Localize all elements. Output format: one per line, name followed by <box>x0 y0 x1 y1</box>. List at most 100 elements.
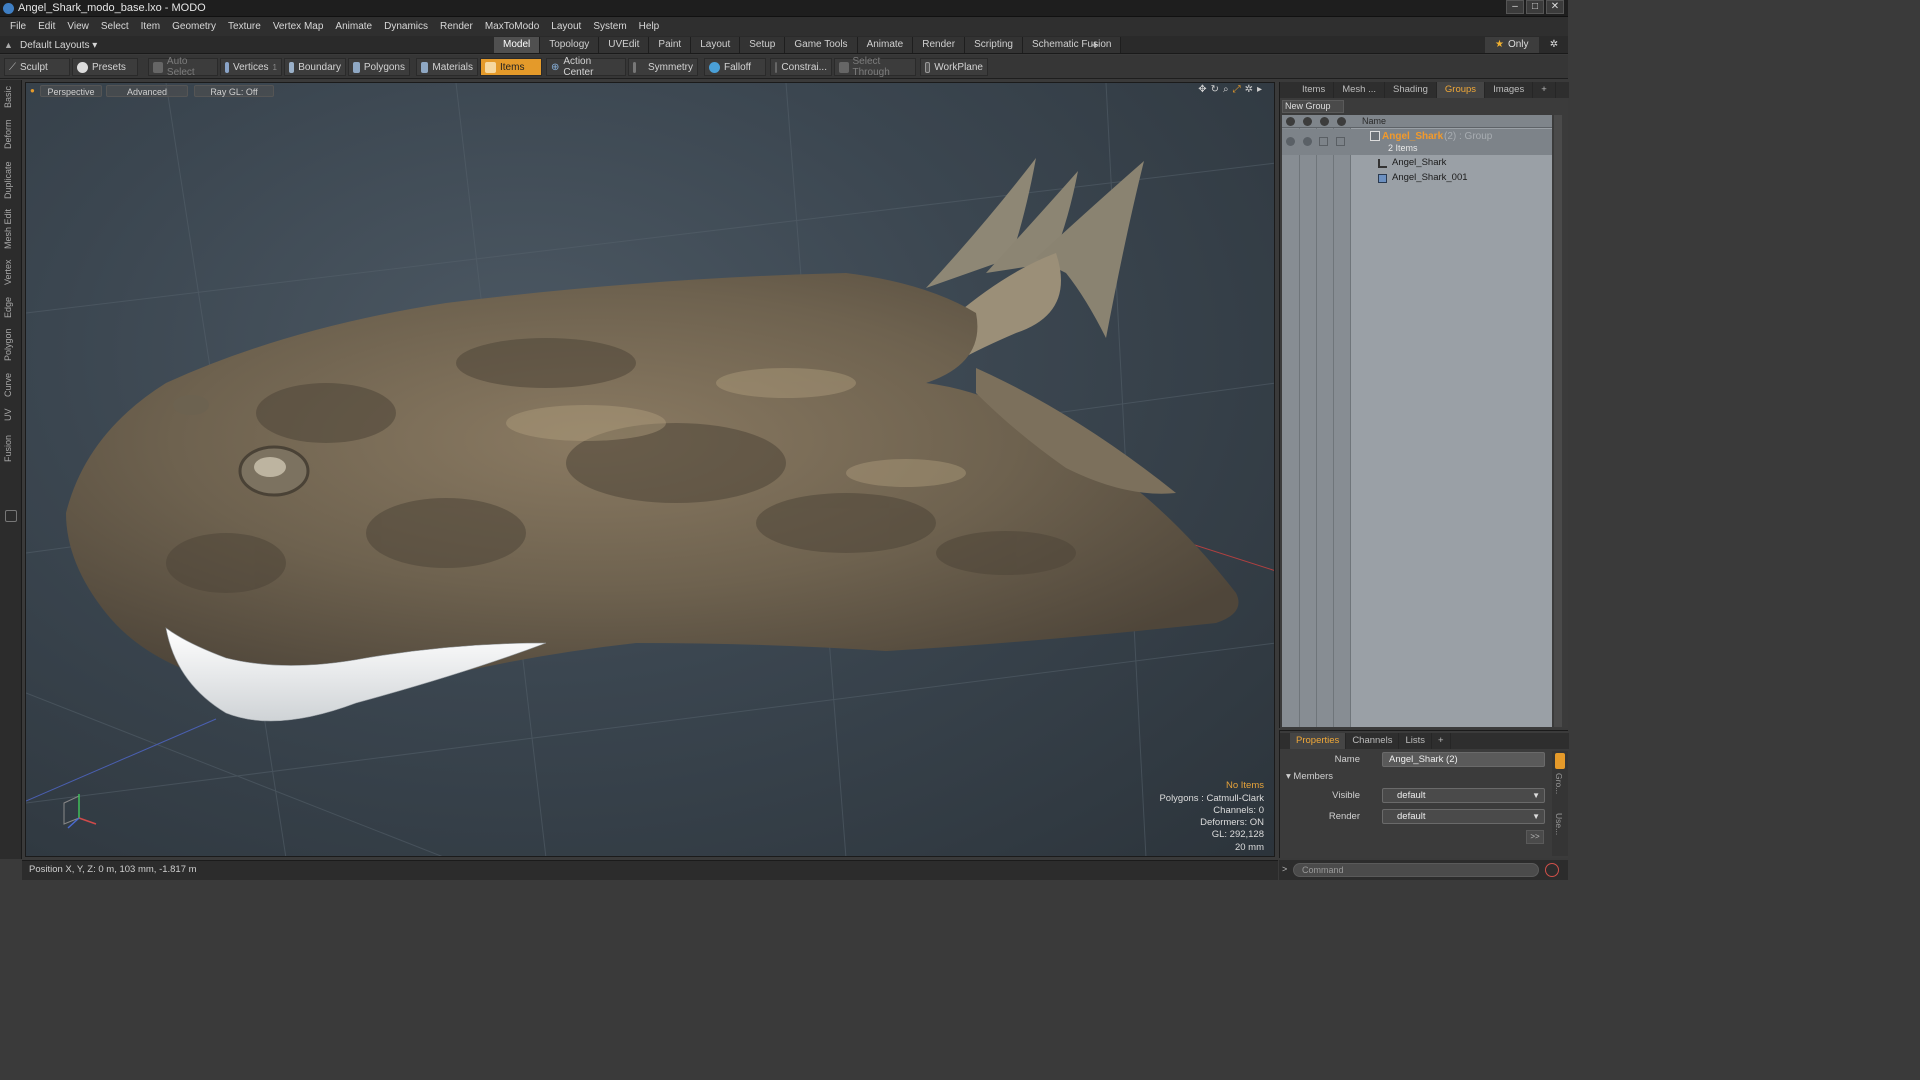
menu-item[interactable]: Item <box>135 21 166 32</box>
add-layout-tab-button[interactable]: + <box>1089 37 1101 53</box>
expand-arrow-icon[interactable]: ▸ <box>1257 84 1262 95</box>
tab-layout[interactable]: Layout <box>691 37 741 53</box>
left-tab-polygon[interactable]: Polygon <box>3 326 17 364</box>
left-tab-curve[interactable]: Curve <box>3 370 17 400</box>
tab-schematic-fusion[interactable]: Schematic Fusion <box>1022 37 1122 53</box>
expand-properties-button[interactable]: >> <box>1526 830 1544 844</box>
tab-lists[interactable]: Lists <box>1399 733 1432 749</box>
tab-setup[interactable]: Setup <box>740 37 786 53</box>
menu-geometry[interactable]: Geometry <box>166 21 222 32</box>
command-execute-icon[interactable] <box>1545 863 1559 877</box>
select-header-icon[interactable] <box>1337 117 1346 126</box>
visibility-header-icon[interactable] <box>1286 117 1295 126</box>
tab-animate[interactable]: Animate <box>857 37 914 53</box>
sculpt-button[interactable]: ⟋ Sculpt <box>4 58 70 76</box>
menu-vertex-map[interactable]: Vertex Map <box>267 21 330 32</box>
side-tab-user[interactable]: Use... <box>1554 813 1564 835</box>
tab-scripting[interactable]: Scripting <box>965 37 1023 53</box>
menu-animate[interactable]: Animate <box>329 21 378 32</box>
side-tab-groups[interactable]: Gro... <box>1554 773 1564 794</box>
gear-icon[interactable]: ✲ <box>1547 37 1561 53</box>
left-tab-duplicate[interactable]: Duplicate <box>3 158 17 202</box>
group-render-icon[interactable] <box>1303 137 1312 146</box>
render-select[interactable]: default ▼ <box>1382 809 1545 824</box>
action-center-button[interactable]: ⊕ Action Center <box>546 56 626 78</box>
visible-select[interactable]: default ▼ <box>1382 788 1545 803</box>
symmetry-button[interactable]: Symmetry <box>628 58 698 76</box>
render-header-icon[interactable] <box>1303 117 1312 126</box>
properties-options-button[interactable] <box>1555 753 1565 769</box>
tab-render[interactable]: Render <box>913 37 966 53</box>
pan-icon[interactable]: ✥ <box>1198 84 1206 95</box>
tab-channels[interactable]: Channels <box>1346 733 1400 749</box>
rotate-icon[interactable]: ↻ <box>1211 84 1219 95</box>
menu-select[interactable]: Select <box>95 21 135 32</box>
layout-dropdown[interactable]: ▲ Default Layouts ▾ <box>4 37 97 53</box>
menu-help[interactable]: Help <box>633 21 666 32</box>
boundary-mode-button[interactable]: Boundary <box>284 58 346 76</box>
presets-button[interactable]: Presets <box>72 58 138 76</box>
group-member-row[interactable]: Angel_Shark_001 <box>1350 171 1552 185</box>
3d-viewport[interactable]: ● Perspective Advanced Ray GL: Off ✥ ↻ ⌕… <box>25 82 1275 857</box>
tab-topology[interactable]: Topology <box>540 37 600 53</box>
fit-icon[interactable]: ⤢ <box>1233 84 1241 95</box>
menu-dynamics[interactable]: Dynamics <box>378 21 434 32</box>
group-lock-checkbox[interactable] <box>1319 137 1328 146</box>
auto-select-button[interactable]: Auto Select <box>148 56 218 78</box>
tab-items[interactable]: Items <box>1294 82 1335 98</box>
menu-view[interactable]: View <box>61 21 95 32</box>
menu-texture[interactable]: Texture <box>222 21 267 32</box>
left-tab-deform[interactable]: Deform <box>3 116 17 152</box>
tab-model[interactable]: Model <box>494 37 541 53</box>
tab-shading[interactable]: Shading <box>1385 82 1437 98</box>
left-tab-fusion[interactable]: Fusion <box>3 430 17 466</box>
tab-properties[interactable]: Properties <box>1290 733 1347 749</box>
menu-maxtomodo[interactable]: MaxToModo <box>479 21 545 32</box>
group-row[interactable]: Angel_Shark (2) : Group 2 Items <box>1282 129 1552 155</box>
members-section-header[interactable]: ▾ Members <box>1286 771 1333 782</box>
viewport-settings-icon[interactable]: ✲ <box>1245 84 1253 95</box>
minimize-button[interactable]: – <box>1506 0 1524 14</box>
add-panel-tab-button[interactable]: + <box>1533 82 1556 98</box>
command-history-icon[interactable]: > <box>1282 864 1287 874</box>
left-tab-mesh-edit[interactable]: Mesh Edit <box>3 208 17 250</box>
materials-mode-button[interactable]: Materials <box>416 58 478 76</box>
menu-system[interactable]: System <box>587 21 632 32</box>
polygons-mode-button[interactable]: Polygons <box>348 58 410 76</box>
left-tab-vertex[interactable]: Vertex <box>3 256 17 288</box>
tab-groups[interactable]: Groups <box>1436 82 1486 98</box>
zoom-icon[interactable]: ⌕ <box>1223 84 1229 95</box>
raygl-toggle-button[interactable]: Ray GL: Off <box>194 85 274 97</box>
shading-mode-button[interactable]: Advanced <box>106 85 188 97</box>
constraints-button[interactable]: Constrai... <box>770 58 832 76</box>
menu-layout[interactable]: Layout <box>545 21 587 32</box>
select-through-button[interactable]: Select Through <box>834 56 916 78</box>
tab-mesh[interactable]: Mesh ... <box>1334 82 1386 98</box>
group-member-row[interactable]: Angel_Shark <box>1350 156 1552 170</box>
menu-render[interactable]: Render <box>434 21 479 32</box>
add-properties-tab-button[interactable]: + <box>1432 733 1451 749</box>
lock-header-icon[interactable] <box>1320 117 1329 126</box>
name-column-header[interactable]: Name <box>1362 115 1386 128</box>
tab-paint[interactable]: Paint <box>649 37 692 53</box>
tab-uvedit[interactable]: UVEdit <box>599 37 650 53</box>
maximize-button[interactable]: □ <box>1526 0 1544 14</box>
left-strip-toggle-icon[interactable] <box>5 510 17 522</box>
left-tab-edge[interactable]: Edge <box>3 294 17 320</box>
vertices-mode-button[interactable]: Vertices 1 <box>220 58 282 76</box>
workplane-button[interactable]: WorkPlane <box>920 58 988 76</box>
command-input[interactable]: Command <box>1293 863 1539 877</box>
viewport-menu-icon[interactable]: ● <box>30 86 35 95</box>
view-type-button[interactable]: Perspective <box>40 85 102 97</box>
only-toggle-button[interactable]: ★ Only <box>1485 37 1539 53</box>
groups-scrollbar[interactable] <box>1554 115 1562 727</box>
tab-images[interactable]: Images <box>1485 82 1534 98</box>
group-visibility-icon[interactable] <box>1286 137 1295 146</box>
menu-file[interactable]: File <box>4 21 32 32</box>
new-group-button[interactable]: New Group <box>1282 100 1344 113</box>
group-name-field[interactable]: Angel_Shark (2) <box>1382 752 1545 767</box>
left-tab-uv[interactable]: UV <box>3 406 17 424</box>
group-select-checkbox[interactable] <box>1336 137 1345 146</box>
left-tab-basic[interactable]: Basic <box>3 84 17 110</box>
menu-edit[interactable]: Edit <box>32 21 61 32</box>
